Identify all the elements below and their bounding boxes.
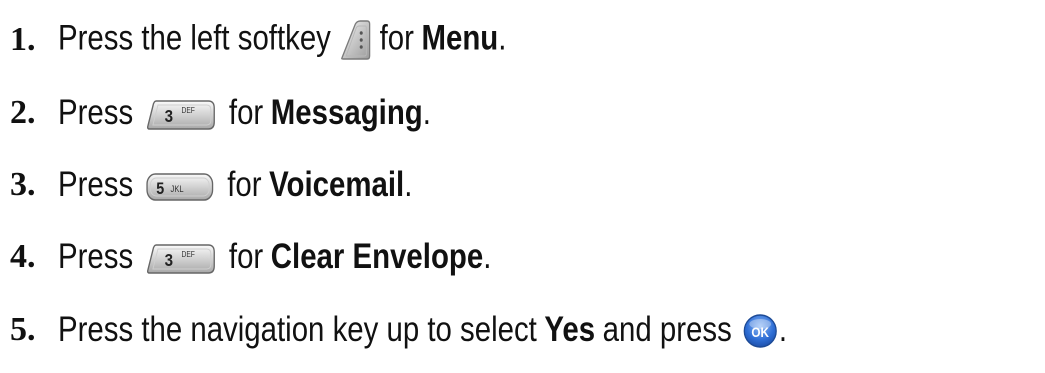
step-target: Yes [544, 309, 596, 349]
step-end: . [404, 165, 413, 204]
step-number: 5. [10, 311, 36, 348]
left-softkey-icon [338, 18, 372, 62]
step-target: Messaging [270, 93, 423, 132]
svg-text:JKL: JKL [171, 183, 184, 194]
ok-key-icon: OK [742, 312, 779, 350]
step-text: Press 3 DEF for Messaging. [58, 93, 431, 133]
step-text-before: Press [58, 165, 134, 204]
step-end: . [422, 93, 431, 132]
step-text-before: Press the navigation key up to select [58, 309, 537, 349]
step-target: Clear Envelope [270, 237, 484, 276]
svg-text:DEF: DEF [182, 249, 196, 259]
key-3-def-icon: 3 DEF [145, 98, 217, 132]
step-text-after: for [228, 237, 264, 276]
step-target: Menu [421, 18, 499, 58]
step-text-after: for [227, 165, 262, 204]
step-number: 3. [10, 166, 36, 203]
step-text-before: Press [58, 237, 134, 276]
key-3-def-icon: 3 DEF [145, 242, 217, 276]
step-1: 1. Press the left softkey for Menu. [10, 10, 592, 70]
step-end: . [778, 309, 788, 349]
step-text-after: for [379, 18, 414, 58]
step-text: Press the left softkey for Menu. [58, 18, 506, 62]
svg-text:3: 3 [165, 106, 173, 127]
step-number: 2. [10, 94, 36, 131]
step-number: 1. [10, 21, 36, 58]
step-number: 4. [10, 238, 36, 275]
step-text: Press 5 JKL for Voicemail. [58, 165, 412, 205]
step-text: Press 3 DEF for Clear Envelope. [58, 237, 491, 277]
step-text-before: Press the left softkey [58, 18, 331, 58]
step-text-after: and press [602, 309, 732, 349]
svg-text:OK: OK [752, 324, 770, 340]
svg-text:3: 3 [165, 250, 173, 271]
step-text-after: for [228, 93, 264, 132]
step-2: 2. Press 3 DEF for Messaging. [10, 83, 502, 143]
step-target: Voicemail [269, 165, 405, 204]
step-text: Press the navigation key up to select Yes… [58, 310, 787, 351]
step-text-before: Press [58, 93, 134, 132]
step-3: 3. Press 5 JKL for Voicemail. [10, 155, 480, 215]
step-4: 4. Press 3 DEF for Clear Envelope. [10, 227, 574, 287]
svg-text:5: 5 [157, 180, 165, 198]
step-5: 5. Press the navigation key up to select… [10, 300, 926, 360]
key-5-jkl-icon: 5 JKL [145, 171, 216, 203]
svg-text:DEF: DEF [182, 105, 196, 115]
step-end: . [483, 237, 492, 276]
step-end: . [498, 18, 507, 58]
